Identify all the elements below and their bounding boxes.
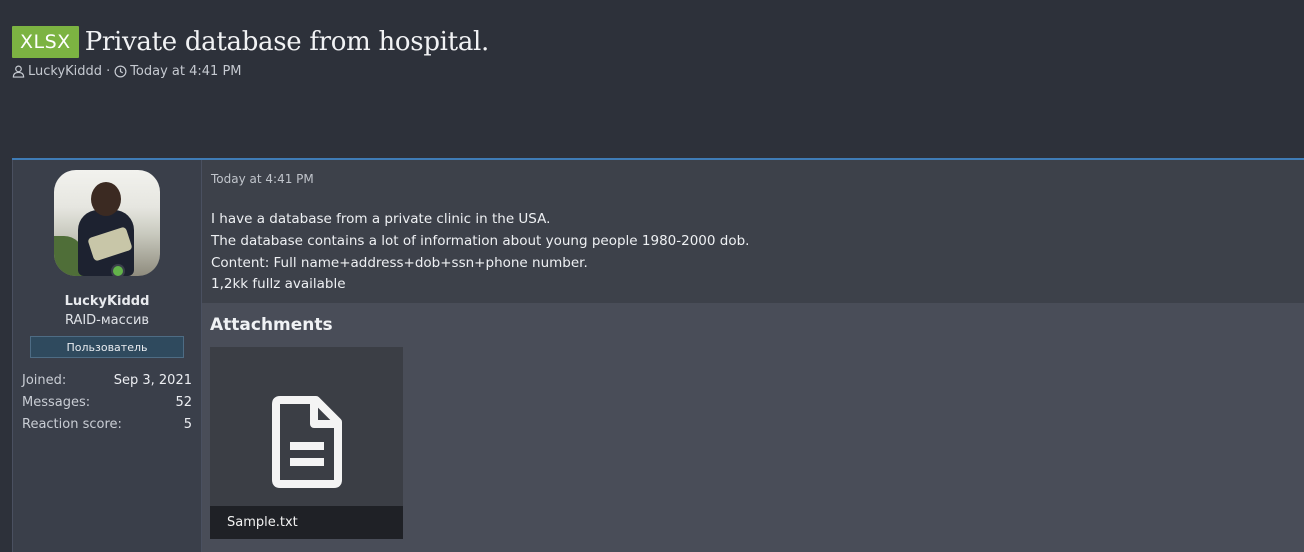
title-row: XLSX Private database from hospital. bbox=[12, 25, 1304, 59]
clock-icon bbox=[114, 65, 127, 78]
post-body-line: Content: Full name+address+dob+ssn+phone… bbox=[211, 254, 588, 271]
post-body: I have a database from a private clinic … bbox=[211, 209, 1304, 296]
attachments-heading: Attachments bbox=[210, 315, 333, 335]
thread-date-link[interactable]: Today at 4:41 PM bbox=[130, 64, 241, 79]
post-body-line: I have a database from a private clinic … bbox=[211, 211, 551, 227]
avatar-figure-head bbox=[91, 182, 121, 216]
user-banner: Пользователь bbox=[30, 336, 184, 358]
user-extra-label: Joined: bbox=[22, 373, 67, 388]
user-extra-label: Reaction score: bbox=[22, 417, 122, 432]
post-body-line: The database contains a lot of informati… bbox=[211, 232, 750, 249]
attachment-item[interactable]: Sample.txt bbox=[210, 347, 403, 539]
thread-header: XLSX Private database from hospital. Luc… bbox=[12, 25, 1304, 79]
user-extra-messages: Messages: 52 bbox=[22, 392, 192, 414]
user-extra-label: Messages: bbox=[22, 395, 91, 410]
post-date-link[interactable]: Today at 4:41 PM bbox=[211, 172, 1304, 186]
thread-meta: LuckyKiddd · Today at 4:41 PM bbox=[12, 64, 1304, 79]
meta-separator: · bbox=[106, 64, 111, 79]
user-extra-value[interactable]: 52 bbox=[175, 392, 192, 414]
user-extra-reaction-score: Reaction score: 5 bbox=[22, 414, 192, 436]
post-message-cell: Today at 4:41 PM I have a database from … bbox=[202, 160, 1304, 552]
thread-author-link[interactable]: LuckyKiddd bbox=[28, 64, 102, 79]
avatar[interactable] bbox=[54, 170, 160, 276]
post-body-line: 1,2kk fullz available bbox=[211, 276, 346, 293]
page: XLSX Private database from hospital. Luc… bbox=[0, 0, 1304, 552]
attachment-filename[interactable]: Sample.txt bbox=[210, 506, 403, 539]
user-title: RAID-массив bbox=[64, 313, 150, 328]
document-icon bbox=[272, 396, 342, 488]
thread-prefix-label[interactable]: XLSX bbox=[12, 26, 79, 58]
user-extra-value: 5 bbox=[183, 417, 192, 432]
post-user-cell: LuckyKiddd RAID-массив Пользователь Join… bbox=[12, 160, 202, 552]
user-extra-joined: Joined: Sep 3, 2021 bbox=[22, 370, 192, 392]
attachments-section: Attachments Sample.txt bbox=[202, 303, 1304, 552]
thread-title: Private database from hospital. bbox=[84, 27, 490, 57]
post: LuckyKiddd RAID-массив Пользователь Join… bbox=[12, 158, 1304, 552]
online-status-icon bbox=[111, 264, 125, 278]
user-icon bbox=[12, 65, 25, 78]
user-extra-value: Sep 3, 2021 bbox=[113, 373, 192, 388]
post-username[interactable]: LuckyKiddd bbox=[13, 294, 201, 309]
user-extras: Joined: Sep 3, 2021 Messages: 52 Reactio… bbox=[13, 370, 201, 436]
